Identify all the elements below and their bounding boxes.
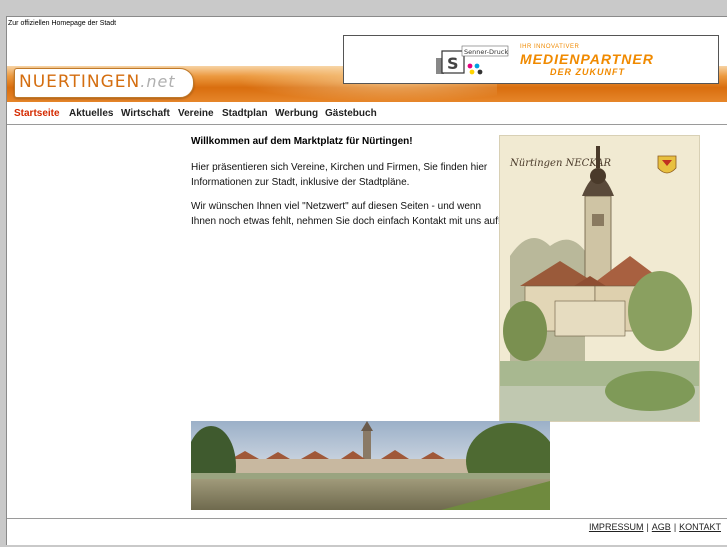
nav-item-wirtschaft[interactable]: Wirtschaft — [121, 108, 170, 119]
welcome-paragraph: Wir wünschen Ihnen viel "Netzwert" auf d… — [191, 201, 501, 227]
nav-item-aktuelles[interactable]: Aktuelles — [69, 108, 113, 119]
nav-item-startseite[interactable]: Startseite — [14, 108, 60, 119]
kontakt-link[interactable]: KONTAKT — [679, 522, 721, 532]
footer-links: IMPRESSUM | AGB | KONTAKT — [589, 522, 721, 532]
city-panorama-photo — [191, 421, 550, 510]
nav-item-gaestebuch[interactable]: Gästebuch — [325, 108, 377, 119]
main-navigation: Startseite Aktuelles Wirtschaft Vereine … — [7, 104, 727, 125]
ad-tagline-main: MEDIENPARTNER — [520, 51, 654, 67]
historic-postcard-image: Nürtingen NECKAR — [499, 135, 700, 422]
logo-text: NUERTINGEN.net — [19, 72, 176, 92]
official-homepage-link[interactable]: Zur offiziellen Homepage der Stadt — [8, 20, 116, 27]
impressum-link[interactable]: IMPRESSUM — [589, 522, 644, 532]
site-logo[interactable]: NUERTINGEN.net — [14, 68, 194, 98]
senner-druck-logo: S Senner-Druck — [436, 45, 508, 75]
footer-separator: | — [646, 522, 649, 532]
page-footer: IMPRESSUM | AGB | KONTAKT — [7, 518, 727, 547]
welcome-heading: Willkommen auf dem Marktplatz für Nürtin… — [191, 136, 413, 147]
advertisement-banner[interactable]: S Senner-Druck IHR INNOVATIVER MEDIENPAR… — [343, 35, 719, 84]
intro-paragraph: Hier präsentieren sich Vereine, Kirchen … — [191, 162, 488, 188]
nav-item-vereine[interactable]: Vereine — [178, 108, 214, 119]
ad-tagline-sub: DER ZUKUNFT — [550, 67, 625, 77]
ad-tagline-small: IHR INNOVATIVER — [520, 44, 580, 50]
coat-of-arms-icon — [657, 155, 677, 174]
logo-tld: .net — [140, 72, 176, 91]
agb-link[interactable]: AGB — [652, 522, 671, 532]
nav-item-stadtplan[interactable]: Stadtplan — [222, 108, 268, 119]
footer-separator: | — [673, 522, 677, 532]
page-frame: Zur offiziellen Homepage der Stadt NUERT… — [6, 16, 727, 545]
svg-text:S: S — [447, 54, 459, 73]
ad-brand-text: Senner-Druck — [464, 48, 508, 56]
nav-item-werbung[interactable]: Werbung — [275, 108, 318, 119]
